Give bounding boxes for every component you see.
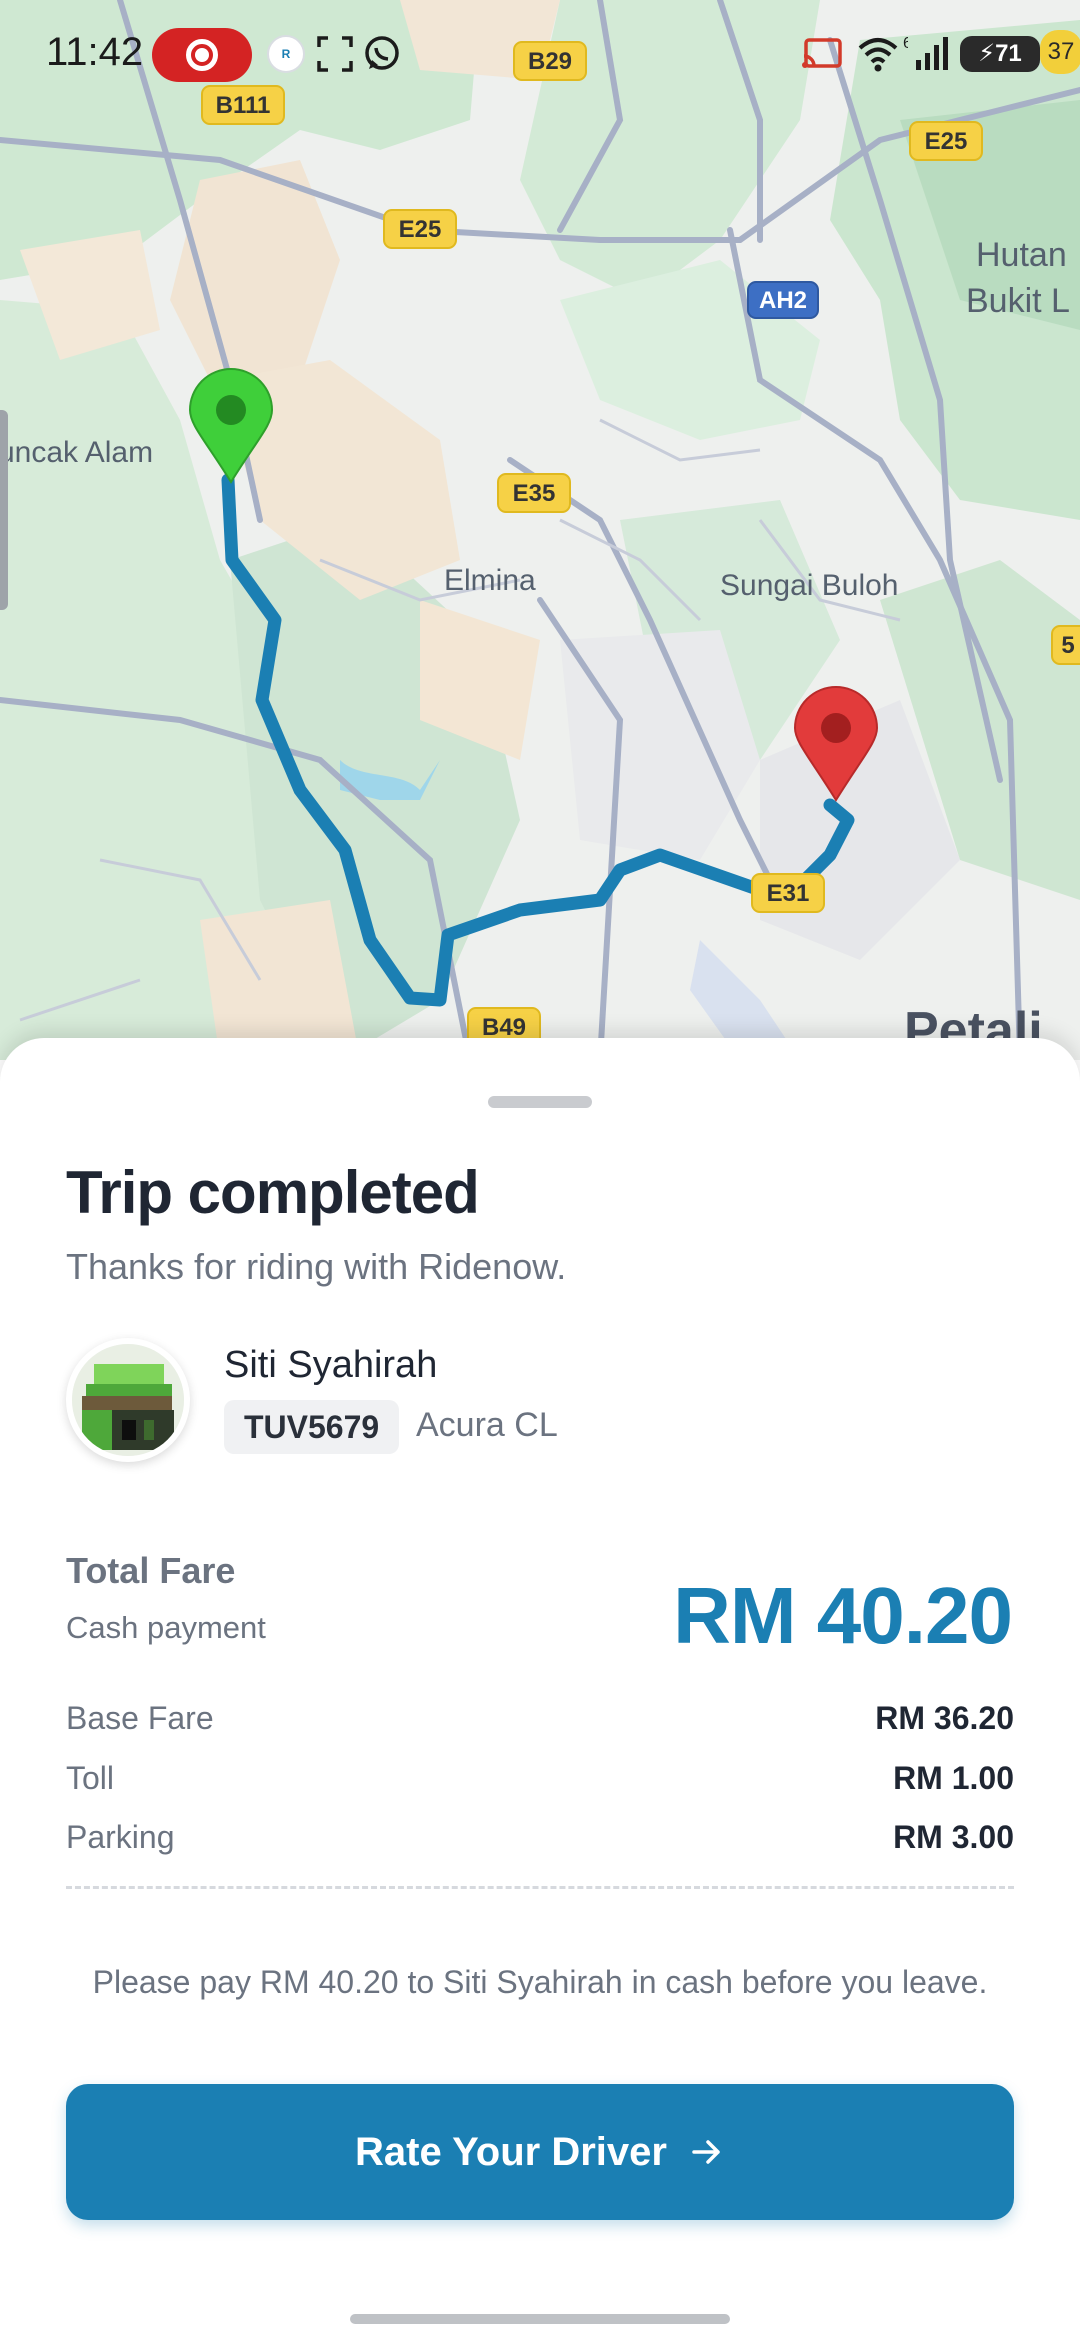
road-shield: E25 bbox=[909, 121, 983, 161]
svg-text:5: 5 bbox=[1061, 632, 1074, 659]
map-label: Sungai Buloh bbox=[720, 569, 898, 602]
fare-row-base: Base Fare RM 36.20 bbox=[66, 1700, 1014, 1750]
fare-row-parking: Parking RM 3.00 bbox=[66, 1819, 1014, 1869]
whatsapp-icon bbox=[365, 36, 399, 70]
total-fare-label: Total Fare bbox=[66, 1550, 236, 1591]
fare-item-label: Base Fare bbox=[66, 1700, 214, 1736]
road-shield: 5 bbox=[1051, 625, 1080, 665]
road-shield: E31 bbox=[751, 873, 825, 913]
svg-text:B49: B49 bbox=[482, 1014, 526, 1041]
fare-row-toll: Toll RM 1.00 bbox=[66, 1760, 1014, 1810]
svg-text:R: R bbox=[282, 47, 291, 61]
svg-text:E35: E35 bbox=[513, 480, 556, 507]
car-model: Acura CL bbox=[416, 1406, 558, 1444]
status-bar: 11:42 R 6 ⚡71 37 bbox=[0, 0, 1080, 110]
payment-method: Cash payment bbox=[66, 1610, 266, 1645]
trip-status-title: Trip completed bbox=[66, 1159, 480, 1226]
road-shield: AH2 bbox=[747, 281, 819, 319]
fare-item-value: RM 36.20 bbox=[875, 1700, 1014, 1736]
driver-avatar[interactable] bbox=[66, 1338, 190, 1462]
cash-payment-note: Please pay RM 40.20 to Siti Syahirah in … bbox=[92, 1964, 988, 2000]
battery-icon: ⚡71 bbox=[960, 36, 1040, 72]
svg-text:AH2: AH2 bbox=[759, 287, 807, 314]
screenshot-icon bbox=[317, 36, 353, 72]
svg-text:E31: E31 bbox=[767, 880, 810, 907]
road-shield: E25 bbox=[383, 209, 457, 249]
svg-text:E25: E25 bbox=[925, 128, 968, 155]
road-shield: E35 bbox=[497, 473, 571, 513]
battery-level: 71 bbox=[995, 40, 1022, 67]
fare-item-label: Parking bbox=[66, 1819, 175, 1855]
status-time: 11:42 bbox=[46, 30, 144, 74]
total-fare-amount: RM 40.20 bbox=[673, 1571, 1013, 1660]
license-plate-badge: TUV5679 bbox=[224, 1400, 400, 1454]
map-label: Bukit L bbox=[966, 282, 1070, 320]
trip-map[interactable]: uncak Alam Elmina Sungai Buloh Hutan Buk… bbox=[0, 0, 1080, 1060]
rate-driver-button[interactable]: Rate Your Driver bbox=[66, 2084, 1014, 2220]
screen-record-icon[interactable] bbox=[152, 28, 252, 82]
edge-panel-handle[interactable] bbox=[0, 410, 8, 610]
driver-avatar-image bbox=[72, 1344, 184, 1456]
fare-item-label: Toll bbox=[66, 1760, 115, 1796]
wifi-badge: 6 bbox=[903, 35, 908, 52]
ridenow-app-icon: R bbox=[267, 35, 305, 73]
home-indicator[interactable] bbox=[350, 2314, 730, 2324]
sheet-grabber[interactable] bbox=[488, 1096, 592, 1108]
map-label: Hutan bbox=[976, 236, 1067, 274]
battery-extra: 37 bbox=[1040, 30, 1080, 74]
cast-icon bbox=[802, 38, 842, 68]
rate-driver-label: Rate Your Driver bbox=[355, 2129, 667, 2174]
trip-status-subtitle: Thanks for riding with Ridenow. bbox=[66, 1246, 567, 1287]
map-canvas: uncak Alam Elmina Sungai Buloh Hutan Buk… bbox=[0, 0, 1080, 1060]
arrow-right-icon bbox=[692, 2140, 720, 2164]
fare-divider bbox=[66, 1886, 1014, 1889]
fare-item-value: RM 3.00 bbox=[893, 1819, 1014, 1855]
trip-summary-sheet: Trip completed Thanks for riding with Ri… bbox=[0, 1038, 1080, 2340]
svg-text:E25: E25 bbox=[399, 216, 442, 243]
wifi-icon: 6 bbox=[858, 35, 908, 72]
signal-icon bbox=[916, 37, 948, 70]
map-label: Elmina bbox=[444, 564, 536, 597]
fare-item-value: RM 1.00 bbox=[893, 1760, 1014, 1796]
driver-name: Siti Syahirah bbox=[224, 1344, 438, 1386]
map-label: uncak Alam bbox=[0, 436, 153, 469]
